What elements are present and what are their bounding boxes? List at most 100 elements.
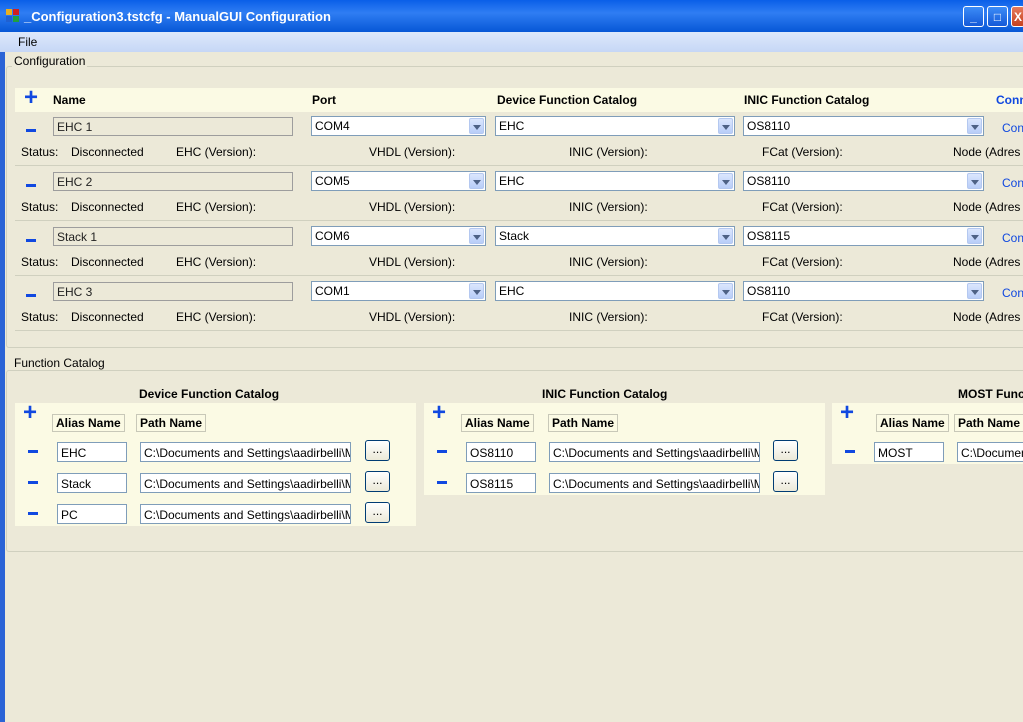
remove-device-minus-icon[interactable]: [26, 239, 36, 242]
device-catalog-value: EHC: [499, 119, 525, 133]
chevron-down-icon[interactable]: [718, 118, 733, 134]
inic-catalog-value: OS8110: [747, 174, 791, 188]
maximize-button[interactable]: □: [987, 6, 1008, 27]
remove-catalog-minus-icon[interactable]: [28, 512, 38, 515]
device-catalog-value: EHC: [499, 174, 525, 188]
remove-device-minus-icon[interactable]: [26, 294, 36, 297]
function-catalog-label: Function Catalog: [12, 356, 107, 370]
header-inic-function-catalog: INIC Function Catalog: [744, 93, 870, 107]
status-label: Status:: [21, 255, 59, 269]
chevron-down-icon[interactable]: [718, 173, 733, 189]
alias-name-input[interactable]: OS8110: [466, 442, 536, 462]
alias-name-input[interactable]: MOST: [874, 442, 944, 462]
alias-name-input[interactable]: OS8115: [466, 473, 536, 493]
port-value: COM6: [315, 229, 350, 243]
device-name-field[interactable]: EHC 3: [53, 282, 293, 301]
add-device-plus-icon[interactable]: +: [24, 86, 38, 110]
connect-link[interactable]: Conn: [1002, 286, 1023, 300]
port-select[interactable]: COM5: [311, 171, 486, 191]
device-name-field[interactable]: Stack 1: [53, 227, 293, 246]
inic-catalog-select[interactable]: OS8110: [743, 281, 984, 301]
port-select[interactable]: COM6: [311, 226, 486, 246]
device-name-field[interactable]: EHC 2: [53, 172, 293, 191]
node-address-label: Node (Adres: [953, 255, 1021, 269]
remove-catalog-minus-icon[interactable]: [437, 481, 447, 484]
device-catalog-select[interactable]: EHC: [495, 281, 735, 301]
most-catalog-title: MOST Func: [958, 387, 1023, 401]
remove-catalog-minus-icon[interactable]: [437, 450, 447, 453]
close-button[interactable]: X: [1011, 6, 1023, 27]
inic-version-label: INIC (Version):: [569, 255, 648, 269]
row-divider: [15, 220, 1023, 221]
inic-catalog-value: OS8115: [747, 229, 791, 243]
connect-link[interactable]: Conn: [1002, 231, 1023, 245]
add-most-catalog-plus-icon[interactable]: +: [840, 401, 854, 425]
chevron-down-icon[interactable]: [469, 283, 484, 299]
browse-button[interactable]: ...: [773, 471, 798, 492]
vhdl-version-label: VHDL (Version):: [369, 145, 456, 159]
device-catalog-select[interactable]: EHC: [495, 116, 735, 136]
port-value: COM1: [315, 284, 350, 298]
vhdl-version-label: VHDL (Version):: [369, 200, 456, 214]
status-label: Status:: [21, 310, 59, 324]
path-name-input[interactable]: C:\Documents and Settings\aadirbelli\My: [140, 504, 351, 524]
window-title: _Configuration3.tstcfg - ManualGUI Confi…: [24, 9, 331, 24]
status-value: Disconnected: [71, 255, 144, 269]
status-label: Status:: [21, 145, 59, 159]
port-value: COM4: [315, 119, 350, 133]
connect-link[interactable]: Conn: [1002, 176, 1023, 190]
header-name: Name: [53, 93, 86, 107]
remove-device-minus-icon[interactable]: [26, 184, 36, 187]
alias-name-input[interactable]: PC: [57, 504, 127, 524]
chevron-down-icon[interactable]: [718, 283, 733, 299]
add-inic-catalog-plus-icon[interactable]: +: [432, 401, 446, 425]
alias-name-input[interactable]: EHC: [57, 442, 127, 462]
alias-name-input[interactable]: Stack: [57, 473, 127, 493]
path-name-input[interactable]: C:\Documents and Settings\aadirbelli\My: [549, 442, 760, 462]
ehc-version-label: EHC (Version):: [176, 310, 257, 324]
node-address-label: Node (Adres: [953, 200, 1021, 214]
header-connect: Conn: [996, 93, 1023, 107]
header-port: Port: [312, 93, 336, 107]
chevron-down-icon[interactable]: [469, 228, 484, 244]
path-name-input[interactable]: C:\Documen: [957, 442, 1023, 462]
status-label: Status:: [21, 200, 59, 214]
port-select[interactable]: COM4: [311, 116, 486, 136]
inic-catalog-select[interactable]: OS8115: [743, 226, 984, 246]
fcat-version-label: FCat (Version):: [762, 310, 843, 324]
remove-catalog-minus-icon[interactable]: [845, 450, 855, 453]
browse-button[interactable]: ...: [365, 502, 390, 523]
inic-catalog-value: OS8110: [747, 119, 791, 133]
remove-device-minus-icon[interactable]: [26, 129, 36, 132]
browse-button[interactable]: ...: [773, 440, 798, 461]
menu-bar: [0, 32, 1023, 52]
chevron-down-icon[interactable]: [967, 118, 982, 134]
chevron-down-icon[interactable]: [967, 173, 982, 189]
connect-link[interactable]: Conn: [1002, 121, 1023, 135]
port-select[interactable]: COM1: [311, 281, 486, 301]
path-name-header: Path Name: [954, 414, 1023, 432]
device-catalog-select[interactable]: EHC: [495, 171, 735, 191]
browse-button[interactable]: ...: [365, 440, 390, 461]
chevron-down-icon[interactable]: [469, 118, 484, 134]
remove-catalog-minus-icon[interactable]: [28, 481, 38, 484]
browse-button[interactable]: ...: [365, 471, 390, 492]
remove-catalog-minus-icon[interactable]: [28, 450, 38, 453]
alias-name-header: Alias Name: [52, 414, 125, 432]
inic-version-label: INIC (Version):: [569, 145, 648, 159]
path-name-input[interactable]: C:\Documents and Settings\aadirbelli\My: [549, 473, 760, 493]
chevron-down-icon[interactable]: [967, 283, 982, 299]
inic-version-label: INIC (Version):: [569, 200, 648, 214]
device-name-field[interactable]: EHC 1: [53, 117, 293, 136]
inic-catalog-select[interactable]: OS8110: [743, 171, 984, 191]
device-catalog-select[interactable]: Stack: [495, 226, 735, 246]
path-name-input[interactable]: C:\Documents and Settings\aadirbelli\My: [140, 473, 351, 493]
chevron-down-icon[interactable]: [718, 228, 733, 244]
path-name-input[interactable]: C:\Documents and Settings\aadirbelli\My: [140, 442, 351, 462]
minimize-button[interactable]: _: [963, 6, 984, 27]
add-device-catalog-plus-icon[interactable]: +: [23, 401, 37, 425]
menu-file[interactable]: File: [18, 35, 37, 49]
chevron-down-icon[interactable]: [967, 228, 982, 244]
inic-catalog-select[interactable]: OS8110: [743, 116, 984, 136]
chevron-down-icon[interactable]: [469, 173, 484, 189]
